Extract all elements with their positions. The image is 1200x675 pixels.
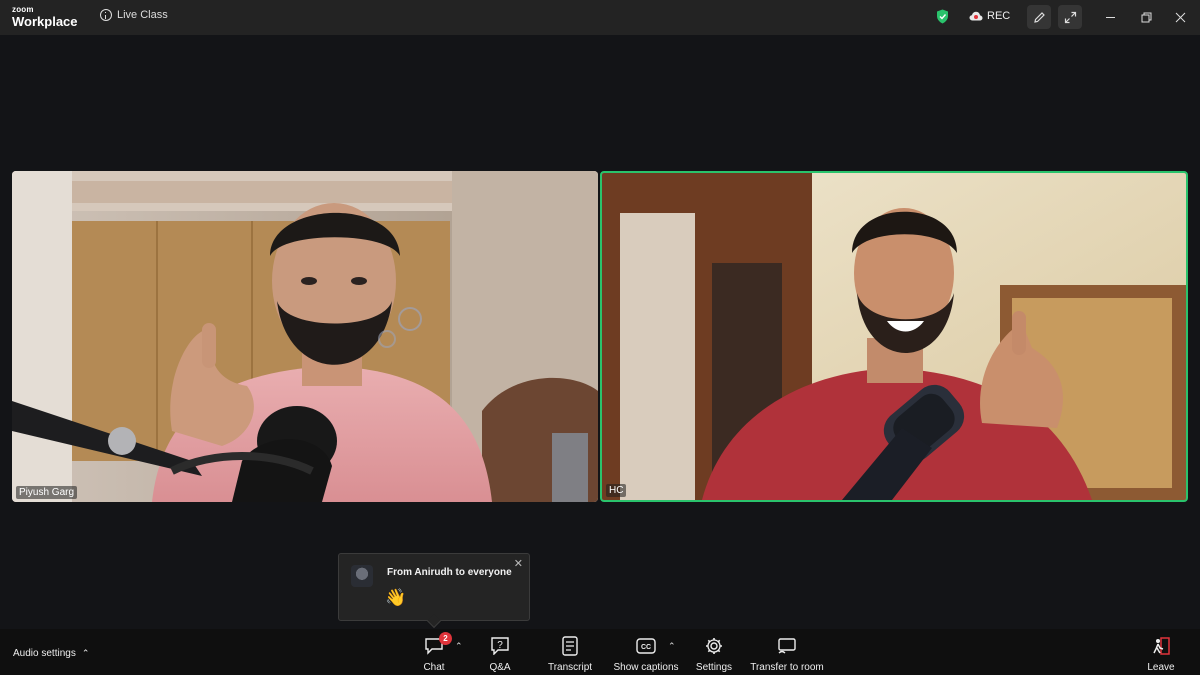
- annotate-button[interactable]: [1027, 5, 1051, 29]
- close-window-button[interactable]: [1172, 9, 1188, 25]
- recording-indicator[interactable]: REC: [969, 10, 1010, 22]
- captions-label: Show captions: [613, 662, 679, 673]
- close-popup-button[interactable]: ✕: [514, 557, 523, 570]
- svg-text:?: ?: [497, 640, 503, 651]
- chevron-up-icon: ⌃: [81, 648, 90, 658]
- participant-name-label: Piyush Garg: [16, 486, 78, 499]
- chat-label: Chat: [423, 662, 445, 673]
- minimize-icon: [1105, 16, 1115, 18]
- cloud-record-icon: [969, 11, 983, 21]
- chat-notification-popup[interactable]: From Anirudh to everyone 👋 ✕: [338, 553, 530, 629]
- restore-button[interactable]: [1138, 9, 1154, 25]
- transfer-label: Transfer to room: [750, 662, 824, 673]
- info-icon: [100, 9, 112, 21]
- restore-icon: [1141, 12, 1151, 22]
- meeting-toolbar: Audio settings ⌃ 2 Chat ⌃ ? Q&A Transcri…: [0, 629, 1200, 675]
- expand-icon: [1064, 11, 1076, 23]
- zoom-window: zoom Workplace Live Class REC Piyush Gar…: [0, 0, 1200, 675]
- question-icon: ?: [491, 637, 509, 655]
- svg-text:CC: CC: [641, 644, 651, 651]
- shield-icon[interactable]: [936, 9, 949, 24]
- transcript-icon: [562, 636, 578, 656]
- qa-label: Q&A: [489, 662, 511, 673]
- audio-settings-button[interactable]: Audio settings ⌃: [13, 648, 89, 659]
- qa-button[interactable]: ? Q&A: [460, 635, 540, 673]
- title-bar: zoom Workplace Live Class REC: [0, 0, 1200, 35]
- brand-bottom: Workplace: [12, 14, 78, 29]
- meeting-title: Live Class: [117, 9, 168, 21]
- transfer-to-room-button[interactable]: Transfer to room: [747, 635, 827, 673]
- audio-settings-label: Audio settings: [13, 648, 76, 659]
- transfer-icon: [778, 638, 796, 654]
- participant-video: [602, 173, 1186, 500]
- close-icon: [1175, 12, 1185, 22]
- avatar: [351, 565, 373, 587]
- participant-name-label: HC: [606, 484, 627, 497]
- settings-button[interactable]: Settings: [674, 635, 754, 673]
- chat-badge: 2: [439, 632, 452, 645]
- chat-sender: From Anirudh to everyone: [387, 567, 512, 578]
- participant-video: [12, 171, 598, 502]
- transcript-button[interactable]: Transcript: [530, 635, 610, 673]
- video-tile-hc[interactable]: HC: [600, 171, 1188, 502]
- fullscreen-button[interactable]: [1058, 5, 1082, 29]
- chat-message: 👋: [385, 588, 407, 607]
- meeting-info-button[interactable]: Live Class: [100, 9, 168, 21]
- leave-button[interactable]: Leave: [1121, 635, 1200, 673]
- settings-label: Settings: [695, 662, 733, 673]
- transcript-label: Transcript: [547, 662, 593, 673]
- pencil-icon: [1033, 11, 1045, 23]
- rec-label: REC: [987, 10, 1011, 22]
- minimize-button[interactable]: [1102, 9, 1118, 25]
- captions-icon: CC: [636, 638, 656, 654]
- leave-label: Leave: [1147, 662, 1175, 673]
- leave-icon: [1153, 637, 1170, 655]
- zoom-logo: zoom Workplace: [12, 5, 78, 29]
- video-tile-piyush[interactable]: Piyush Garg: [12, 171, 598, 502]
- gear-icon: [706, 638, 722, 654]
- brand-top: zoom: [12, 5, 34, 14]
- popup-tail: [426, 613, 442, 629]
